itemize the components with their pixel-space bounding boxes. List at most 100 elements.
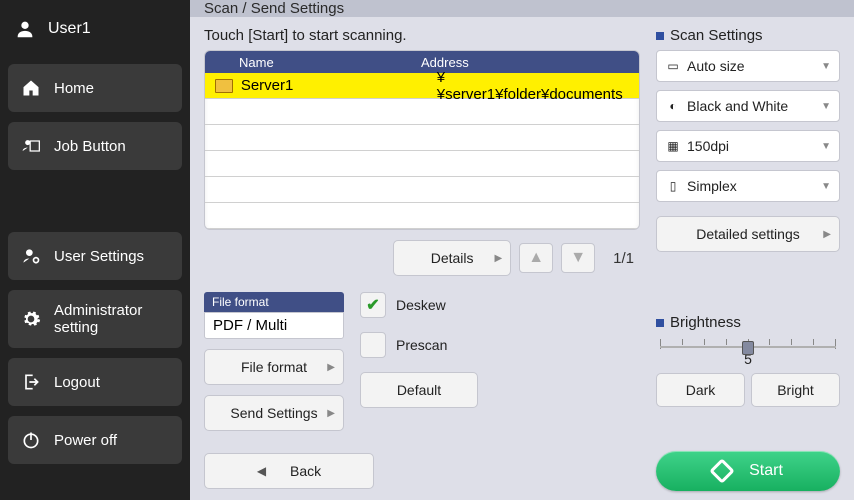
details-button-label: Details	[431, 250, 474, 266]
bullet-icon	[656, 32, 664, 40]
user-settings-icon	[20, 245, 42, 267]
page-title: Scan / Send Settings	[204, 0, 344, 17]
sidebar: User1 Home Job Button User Settings Admi…	[0, 0, 190, 500]
brightness-bright-button[interactable]: Bright	[751, 373, 840, 407]
list-row[interactable]	[205, 177, 639, 203]
slider-thumb[interactable]	[742, 341, 754, 355]
chevron-right-icon: ▶	[494, 253, 502, 264]
page-title-bar: Scan / Send Settings	[190, 0, 854, 17]
nav-home-label: Home	[54, 80, 94, 97]
brightness-dark-button[interactable]: Dark	[656, 373, 745, 407]
list-body: Server1 ¥¥server1¥folder¥documents	[205, 73, 639, 229]
gear-icon	[20, 308, 42, 330]
nav-admin-setting[interactable]: Administrator setting	[8, 290, 182, 348]
nav-logout-label: Logout	[54, 374, 100, 391]
user-info: User1	[8, 10, 182, 54]
nav-user-settings[interactable]: User Settings	[8, 232, 182, 280]
deskew-checkbox[interactable]	[360, 292, 386, 318]
deskew-label: Deskew	[396, 297, 446, 313]
right-column: Scan Settings ▭ Auto size ▼ ◐ Black and …	[656, 27, 840, 491]
prescan-checkbox[interactable]	[360, 332, 386, 358]
resolution-icon: ▦	[665, 139, 681, 153]
scan-color-dropdown[interactable]: ◐ Black and White ▼	[656, 90, 840, 122]
chevron-down-icon: ▼	[821, 141, 831, 152]
scan-size-value: Auto size	[687, 58, 745, 74]
col-b: Deskew Prescan Default	[360, 292, 520, 431]
home-icon	[20, 77, 42, 99]
page-up-button[interactable]: ▲	[519, 243, 553, 273]
scan-dpi-value: 150dpi	[687, 138, 729, 154]
chevron-right-icon: ▶	[327, 408, 335, 419]
nav-power-off-label: Power off	[54, 432, 117, 449]
list-row[interactable]	[205, 203, 639, 229]
page-size-icon: ▭	[665, 59, 681, 73]
duplex-icon: ▯	[665, 179, 681, 193]
nav-power-off[interactable]: Power off	[8, 416, 182, 464]
file-format-button[interactable]: File format ▶	[204, 349, 344, 385]
job-button-icon	[20, 135, 42, 157]
row-address: ¥¥server1¥folder¥documents	[437, 69, 629, 103]
send-settings-button[interactable]: Send Settings ▶	[204, 395, 344, 431]
col-a: File format PDF / Multi File format ▶ Se…	[204, 292, 344, 431]
destination-list: Name Address Server1 ¥¥server1¥folder¥do…	[204, 50, 640, 230]
user-name: User1	[48, 20, 91, 38]
scan-duplex-dropdown[interactable]: ▯ Simplex ▼	[656, 170, 840, 202]
nav-home[interactable]: Home	[8, 64, 182, 112]
file-format-value: PDF / Multi	[204, 312, 344, 339]
scan-dpi-dropdown[interactable]: ▦ 150dpi ▼	[656, 130, 840, 162]
nav-logout[interactable]: Logout	[8, 358, 182, 406]
start-button[interactable]: Start	[656, 451, 840, 491]
workarea: Touch [Start] to start scanning. Name Ad…	[190, 17, 854, 500]
brightness-buttons: Dark Bright	[656, 373, 840, 407]
details-line: Details ▶ ▲ ▼ 1/1	[204, 240, 640, 276]
row-name: Server1	[241, 77, 437, 94]
list-row[interactable]	[205, 99, 639, 125]
default-button-label: Default	[397, 382, 441, 398]
send-settings-button-label: Send Settings	[230, 405, 317, 421]
file-format-heading: File format	[204, 292, 344, 312]
chevron-right-icon: ▶	[327, 362, 335, 373]
scan-settings-heading-label: Scan Settings	[670, 27, 763, 44]
list-row[interactable]	[205, 125, 639, 151]
controls-grid: File format PDF / Multi File format ▶ Se…	[204, 292, 640, 431]
nav-job-button-label: Job Button	[54, 138, 126, 155]
nav-user-settings-label: User Settings	[54, 248, 144, 265]
scan-size-dropdown[interactable]: ▭ Auto size ▼	[656, 50, 840, 82]
chevron-down-icon: ▼	[821, 181, 831, 192]
chevron-down-icon: ▼	[821, 101, 831, 112]
prescan-option: Prescan	[360, 332, 520, 358]
page-down-button[interactable]: ▼	[561, 243, 595, 273]
color-mode-icon: ◐	[665, 99, 681, 113]
details-button[interactable]: Details ▶	[393, 240, 511, 276]
prescan-label: Prescan	[396, 337, 447, 353]
back-button-label: Back	[290, 463, 321, 479]
file-format-button-label: File format	[241, 359, 307, 375]
user-icon	[14, 18, 36, 40]
file-format-box: File format PDF / Multi	[204, 292, 344, 339]
list-row[interactable]: Server1 ¥¥server1¥folder¥documents	[205, 73, 639, 99]
folder-icon	[215, 79, 233, 93]
default-button[interactable]: Default	[360, 372, 478, 408]
bullet-icon	[656, 319, 664, 327]
start-icon	[709, 458, 734, 483]
detailed-settings-button[interactable]: Detailed settings ▶	[656, 216, 840, 252]
main: Scan / Send Settings Touch [Start] to st…	[190, 0, 854, 500]
chevron-right-icon: ▶	[823, 229, 831, 240]
power-icon	[20, 429, 42, 451]
nav-job-button[interactable]: Job Button	[8, 122, 182, 170]
back-button[interactable]: ◀ Back	[204, 453, 374, 489]
chevron-up-icon: ▲	[528, 249, 544, 267]
chevron-down-icon: ▼	[821, 61, 831, 72]
detailed-settings-label: Detailed settings	[696, 226, 800, 242]
logout-icon	[20, 371, 42, 393]
deskew-option: Deskew	[360, 292, 520, 318]
chevron-left-icon: ◀	[257, 464, 266, 478]
chevron-down-icon: ▼	[570, 249, 586, 267]
brightness-slider[interactable]	[660, 339, 836, 349]
page-indicator: 1/1	[613, 250, 634, 267]
brightness-dark-label: Dark	[686, 382, 716, 398]
list-header-name: Name	[221, 55, 421, 70]
list-row[interactable]	[205, 151, 639, 177]
left-column: Touch [Start] to start scanning. Name Ad…	[204, 27, 640, 491]
nav-admin-setting-label: Administrator setting	[54, 302, 170, 337]
